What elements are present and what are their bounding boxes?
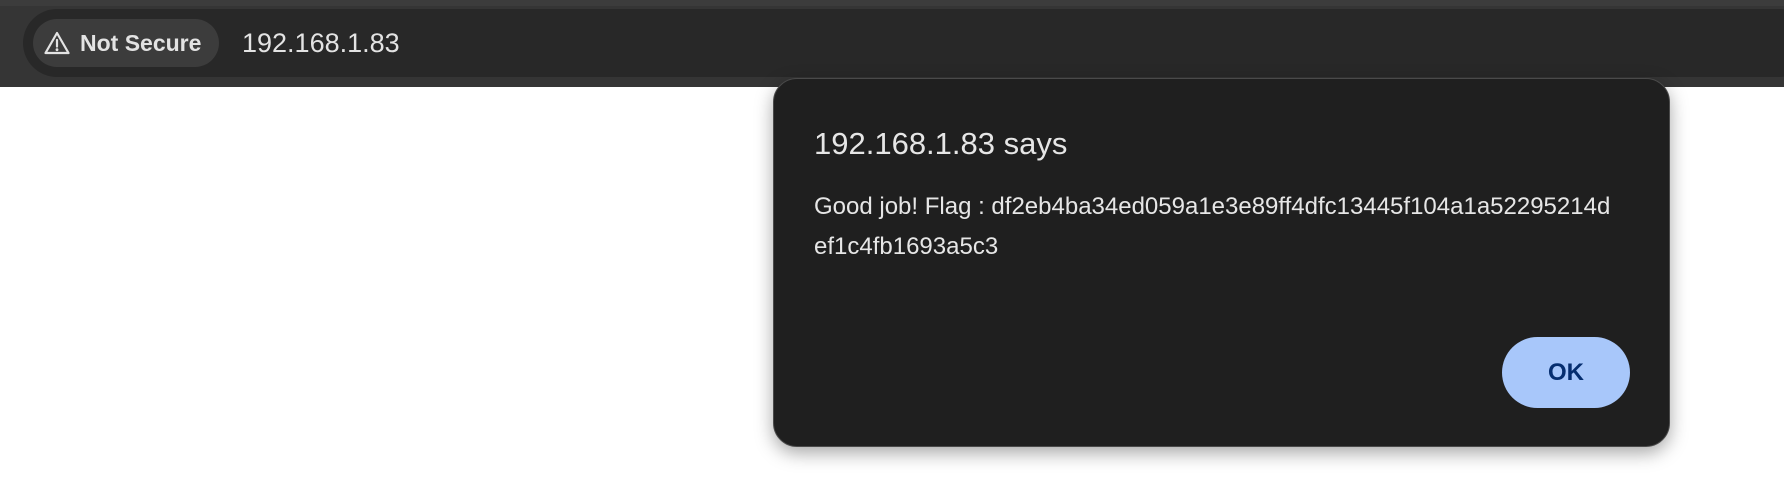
browser-toolbar: Not Secure 192.168.1.83 (0, 0, 1784, 87)
dialog-title: 192.168.1.83 says (814, 126, 1068, 161)
warning-triangle-icon (44, 31, 70, 55)
security-indicator-chip[interactable]: Not Secure (33, 19, 220, 67)
alert-dialog: 192.168.1.83 says Good job! Flag : df2eb… (773, 78, 1670, 447)
dialog-message: Good job! Flag : df2eb4ba34ed059a1e3e89f… (814, 193, 1611, 260)
security-chip-label: Not Secure (80, 29, 202, 56)
ok-button[interactable]: OK (1502, 337, 1630, 408)
url-text[interactable]: 192.168.1.83 (242, 9, 400, 77)
address-bar[interactable]: Not Secure 192.168.1.83 (23, 9, 1784, 77)
